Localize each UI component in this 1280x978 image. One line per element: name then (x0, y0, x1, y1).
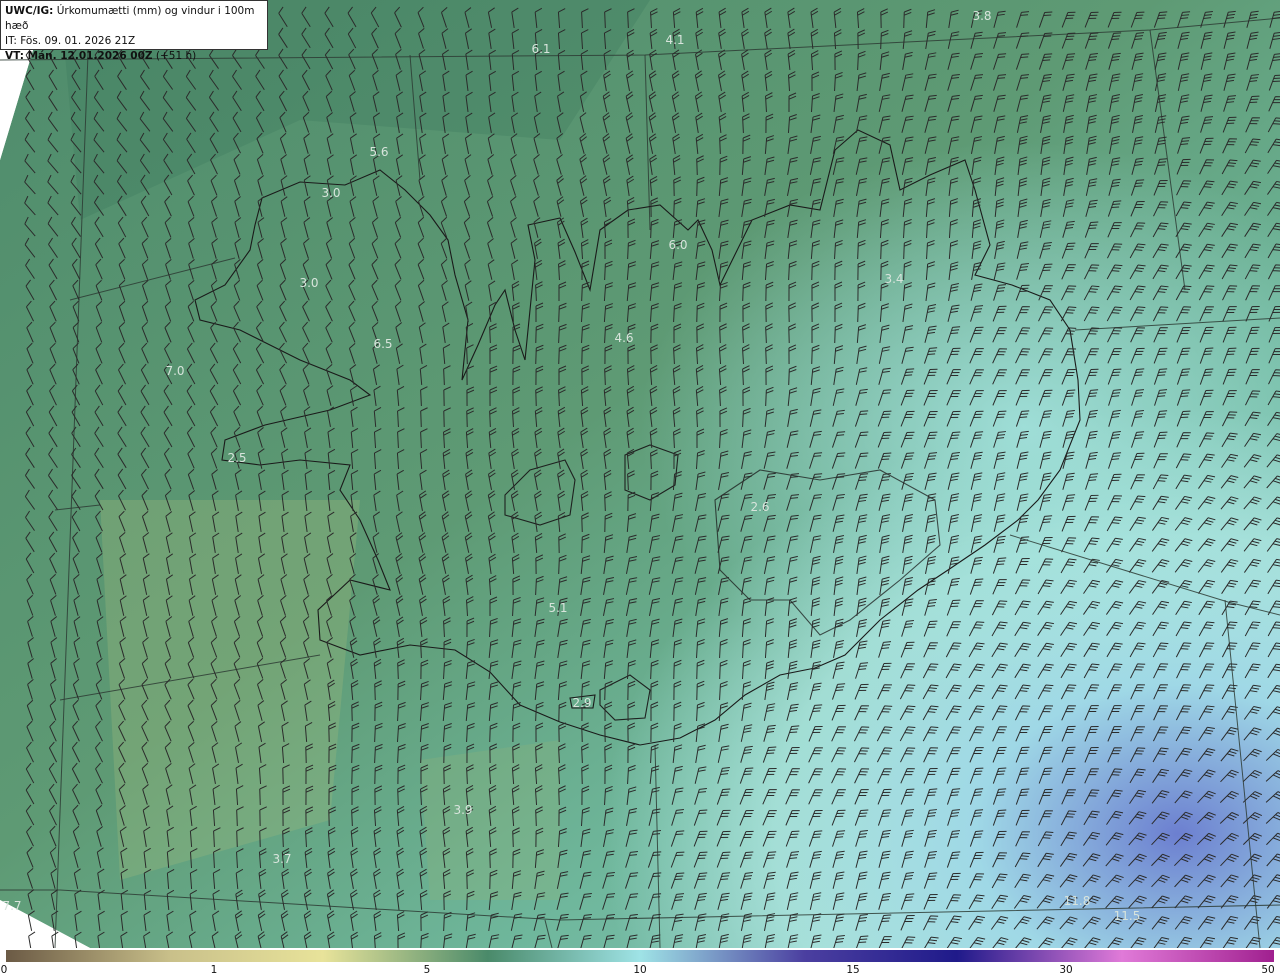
precip-max-label: 3.8 (972, 9, 992, 23)
forecast-offset: (+51 h) (155, 50, 197, 62)
precip-max-label: 6.5 (373, 337, 393, 351)
precip-max-label: 5.6 (369, 145, 389, 159)
precip-max-label: 3.0 (299, 276, 319, 290)
valid-time: VT: Mán. 12.01.2026 00Z (5, 50, 153, 62)
precip-max-label: 3.7 (272, 852, 292, 866)
precip-max-label: 7.0 (165, 364, 185, 378)
precip-max-label: 3.0 (321, 186, 341, 200)
precip-max-label: 6.0 (668, 238, 688, 252)
colorbar-tick: 10 (633, 964, 647, 976)
forecast-map: UWC/IG: Úrkomumætti (mm) og vindur i 100… (0, 0, 1280, 978)
colorbar-tick: 15 (846, 964, 860, 976)
precip-max-label: 2.5 (227, 451, 247, 465)
precip-max-label: 3.9 (453, 803, 473, 817)
precip-max-label: 7.7 (2, 899, 22, 913)
precip-max-label: 11.8 (1063, 894, 1091, 908)
precip-max-label: 3.4 (884, 272, 904, 286)
precip-max-label: 5.1 (548, 601, 568, 615)
colorbar-tick: 1 (210, 964, 218, 976)
precip-max-label: 4.6 (614, 331, 634, 345)
chart-title-box: UWC/IG: Úrkomumætti (mm) og vindur i 100… (0, 0, 268, 62)
colorbar-tick: 30 (1059, 964, 1073, 976)
precip-max-label: 2.9 (572, 696, 592, 710)
precip-max-label: 11.5 (1113, 909, 1141, 923)
precip-max-label: 6.1 (531, 42, 551, 56)
init-time: IT: Fös. 09. 01. 2026 21Z (5, 35, 136, 47)
map-canvas (0, 0, 1280, 948)
precip-max-label: 2.6 (750, 500, 770, 514)
colorbar-strip (6, 950, 1274, 962)
colorbar-tick: 0 (0, 964, 8, 976)
model-name: UWC/IG: (5, 5, 54, 17)
precip-max-label: 4.1 (665, 33, 685, 47)
colorbar-tick: 5 (423, 964, 431, 976)
colorbar-legend: 0 1 5 10 15 30 50 (0, 948, 1280, 978)
colorbar-tick: 50 (1261, 964, 1275, 976)
